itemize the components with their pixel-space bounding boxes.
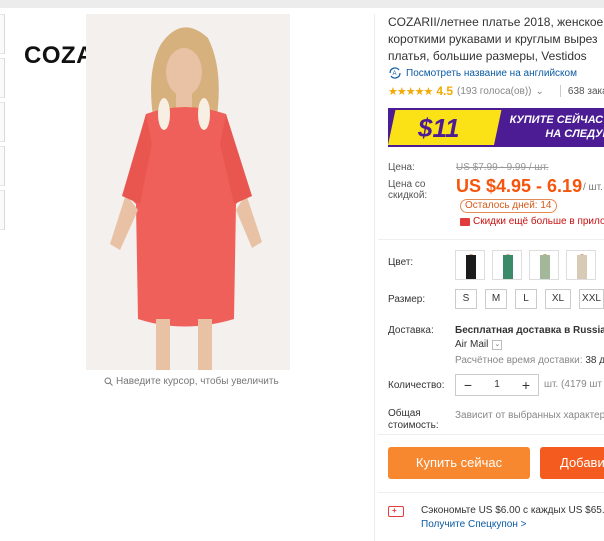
- thumbnail-strip: [0, 14, 5, 274]
- size-button-l[interactable]: L: [515, 289, 537, 309]
- product-title-line: платья, большие размеры, Vestidos: [388, 49, 587, 63]
- shipping-time-label: Расчётное время доставки:: [455, 355, 583, 366]
- quantity-available: шт. (4179 шт: [544, 379, 603, 390]
- coupon-icon: [460, 217, 470, 226]
- product-title-line: COZARII/летнее платье 2018, женское п: [388, 15, 604, 29]
- coupon-link[interactable]: Получите Спецкупон >: [421, 519, 527, 530]
- section-divider: [378, 239, 604, 240]
- swatch-dress-black: [466, 255, 476, 279]
- rating-row: ★★★★★ 4.5 (193 голоса(ов)) ⌄ 638 зака: [388, 83, 604, 99]
- swatch-dress-light-green: [540, 255, 550, 279]
- color-label: Цвет:: [388, 257, 414, 268]
- price-box: Цена: US $7.99 - 9.99 / шт. Цена со скид…: [378, 154, 604, 238]
- total-note: Зависит от выбранных характер: [455, 410, 604, 421]
- thumbnail[interactable]: [0, 146, 5, 186]
- product-photo: [86, 14, 290, 370]
- size-button-xl[interactable]: XL: [545, 289, 571, 309]
- shipping-time-value: 38 д: [585, 355, 604, 366]
- total-label: Общая стоимость:: [388, 408, 439, 431]
- color-swatch-beige[interactable]: [566, 250, 596, 280]
- size-button-s[interactable]: S: [455, 289, 477, 309]
- coupon-save-text: Сэкономьте US $6.00 с каждых US $65.00: [421, 505, 604, 516]
- top-strip: [0, 0, 604, 8]
- color-swatch-green[interactable]: [492, 250, 522, 280]
- coupon-icon: +: [388, 506, 404, 517]
- price-label: Цена:: [388, 162, 415, 173]
- color-swatch-black[interactable]: [455, 250, 485, 280]
- price-unit: / шт.: [583, 182, 603, 193]
- svg-text:A: A: [393, 71, 397, 77]
- section-divider: [378, 434, 604, 435]
- old-price: US $7.99 - 9.99 / шт.: [456, 162, 549, 173]
- promo-banner[interactable]: $11 КУПИТЕ СЕЙЧАС И НА СЛЕДУЮ: [388, 108, 604, 147]
- buy-now-button[interactable]: Купить сейчас: [388, 447, 530, 479]
- color-swatch-light-green[interactable]: [529, 250, 559, 280]
- translate-link-text[interactable]: Посмотреть название на английском: [406, 68, 577, 79]
- translate-title-link[interactable]: A Посмотреть название на английском: [388, 67, 577, 79]
- app-discount-text[interactable]: Скидки ещё больше в прилож: [473, 216, 604, 227]
- days-left-badge: Осталось дней: 14: [460, 199, 557, 213]
- shipping-time: Расчётное время доставки: 38 д: [455, 355, 604, 366]
- translate-icon: A: [389, 67, 401, 79]
- promo-text: КУПИТЕ СЕЙЧАС И НА СЛЕДУЮ: [504, 113, 604, 141]
- thumbnail[interactable]: [0, 102, 5, 142]
- product-title: COZARII/летнее платье 2018, женское п ко…: [388, 14, 604, 65]
- thumbnail[interactable]: [0, 14, 5, 54]
- column-divider: [374, 14, 375, 541]
- zoom-hint: Наведите курсор, чтобы увеличить: [104, 376, 279, 387]
- shipping-label: Доставка:: [388, 325, 434, 336]
- shipping-method[interactable]: Air Mail: [455, 339, 488, 350]
- zoom-hint-text: Наведите курсор, чтобы увеличить: [116, 376, 279, 387]
- size-button-m[interactable]: M: [485, 289, 507, 309]
- discount-price-label: Цена со скидкой:: [388, 179, 428, 201]
- size-button-xxl[interactable]: XXL: [579, 289, 604, 309]
- add-to-cart-button[interactable]: Добави: [540, 447, 604, 479]
- quantity-stepper[interactable]: − 1 +: [455, 374, 539, 396]
- product-title-line: короткими рукавами и круглым вырез: [388, 32, 598, 46]
- section-divider: [378, 492, 604, 493]
- thumbnail[interactable]: [0, 58, 5, 98]
- plus-button[interactable]: +: [514, 375, 538, 395]
- coupon-icon-text: +: [392, 506, 397, 515]
- rating-stars-icon: ★★★★★: [388, 85, 433, 98]
- dress-model-illustration: [86, 14, 290, 370]
- rating-votes[interactable]: (193 голоса(ов)): [457, 86, 532, 97]
- swatch-dress-beige: [577, 255, 587, 279]
- minus-button[interactable]: −: [456, 375, 480, 395]
- app-discount-link[interactable]: Скидки ещё больше в прилож: [460, 216, 604, 227]
- separator: [559, 85, 561, 97]
- shipping-title: Бесплатная доставка в Russian: [455, 325, 604, 336]
- promo-text-line: КУПИТЕ СЕЙЧАС И: [509, 114, 604, 126]
- size-label: Размер:: [388, 294, 426, 305]
- thumbnail[interactable]: [0, 190, 5, 230]
- orders-count: 638 зака: [567, 85, 604, 97]
- discount-price: US $4.95 - 6.19: [456, 176, 583, 196]
- magnifier-icon: [104, 377, 113, 386]
- swatch-dress-green: [503, 255, 513, 279]
- quantity-input[interactable]: 1: [480, 375, 514, 395]
- product-main-image[interactable]: COZARII: [14, 14, 290, 370]
- shipping-method-select[interactable]: Air Mail ⌄: [455, 339, 503, 350]
- promo-text-line: НА СЛЕДУЮ: [545, 128, 604, 140]
- chevron-down-icon[interactable]: ⌄: [492, 339, 503, 350]
- promo-amount: $11: [418, 113, 460, 143]
- rating-value: 4.5: [436, 84, 453, 98]
- quantity-label: Количество:: [388, 380, 445, 391]
- chevron-down-icon[interactable]: ⌄: [536, 86, 544, 97]
